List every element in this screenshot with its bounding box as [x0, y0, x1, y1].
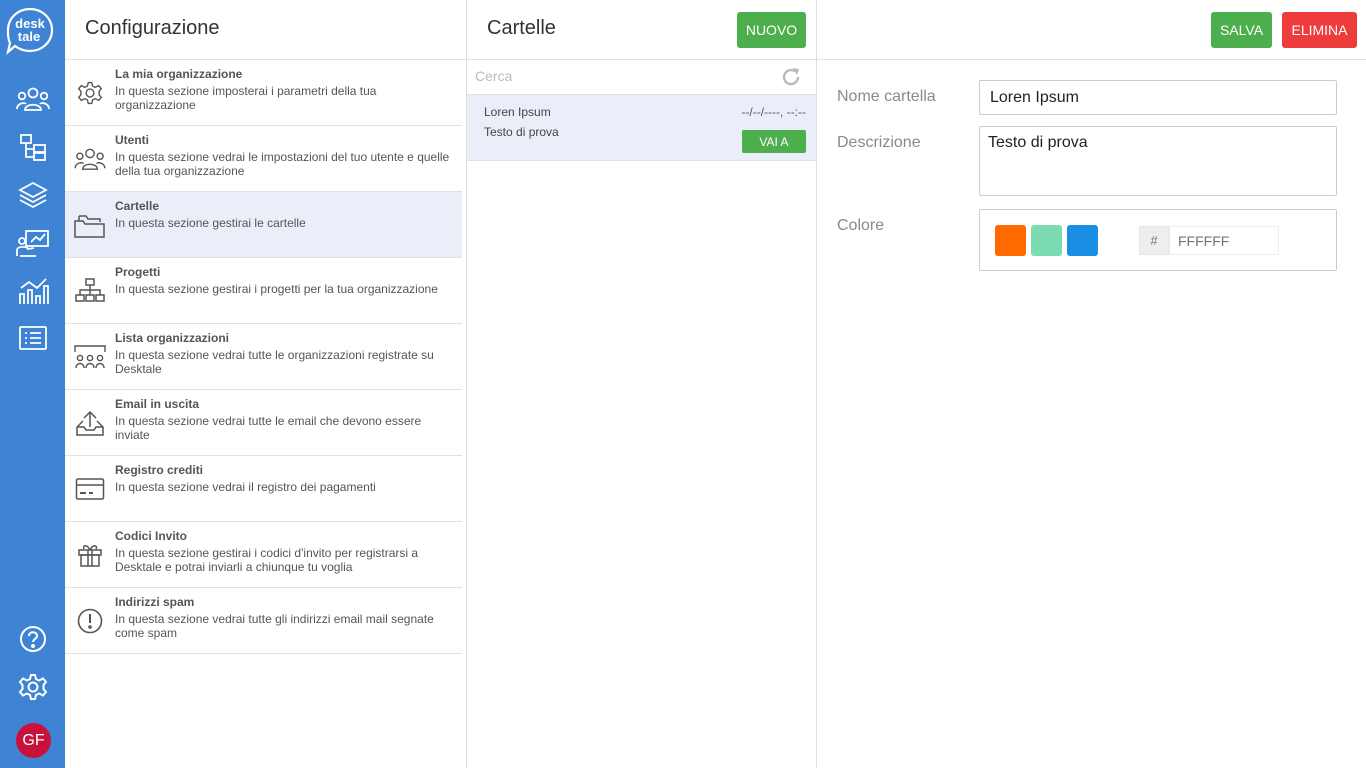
description-label: Descrizione [837, 134, 921, 151]
folder-icon [73, 209, 107, 241]
folders-icon[interactable] [14, 130, 52, 164]
outbox-icon [73, 407, 107, 439]
folder-description: Testo di prova [484, 125, 559, 139]
folder-detail-panel: SALVA ELIMINA Nome cartella Descrizione … [817, 0, 1366, 768]
config-item-organizations-list[interactable]: Lista organizzazioni In questa sezione v… [65, 324, 462, 390]
config-item-desc: In questa sezione gestirai i progetti pe… [115, 282, 438, 296]
config-item-invite-codes[interactable]: Codici Invito In questa sezione gestirai… [65, 522, 462, 588]
settings-icon[interactable] [14, 670, 52, 704]
gift-icon [73, 539, 107, 571]
config-list: La mia organizzazione In questa sezione … [65, 60, 462, 654]
config-item-title: Lista organizzazioni [115, 331, 230, 345]
folder-list-item[interactable]: Loren Ipsum Testo di prova --/--/----, -… [467, 95, 816, 161]
alert-icon [73, 605, 107, 637]
analytics-icon[interactable] [14, 274, 52, 308]
config-item-title: Indirizzi spam [115, 595, 195, 609]
detail-header: SALVA ELIMINA [817, 0, 1366, 60]
config-item-desc: In questa sezione vedrai il registro dei… [115, 480, 376, 494]
config-item-users[interactable]: Utenti In questa sezione vedrai le impos… [65, 126, 462, 192]
sidebar-rail: desk tale GF [0, 0, 65, 768]
refresh-icon[interactable] [780, 66, 802, 88]
config-item-projects[interactable]: Progetti In questa sezione gestirai i pr… [65, 258, 462, 324]
config-item-title: Codici Invito [115, 529, 187, 543]
config-item-desc: In questa sezione vedrai tutte gli indir… [115, 612, 434, 640]
color-swatch-mint[interactable] [1031, 225, 1062, 256]
help-icon[interactable] [14, 622, 52, 656]
config-panel: Configurazione La mia organizzazione In … [65, 0, 467, 768]
config-item-title: Registro crediti [115, 463, 204, 477]
hex-color-input[interactable] [1169, 226, 1279, 255]
presentation-icon[interactable] [14, 226, 52, 260]
search-input[interactable] [475, 68, 765, 84]
config-item-title: Utenti [115, 133, 149, 147]
folder-name-field[interactable] [979, 80, 1337, 115]
color-picker: # [979, 209, 1337, 271]
hex-prefix: # [1139, 226, 1169, 255]
organization-icon [73, 341, 107, 373]
logo-text-line2: tale [18, 29, 40, 44]
avatar[interactable]: GF [16, 723, 51, 758]
list-icon[interactable] [14, 322, 52, 356]
color-swatch-blue[interactable] [1067, 225, 1098, 256]
credit-card-icon [73, 473, 107, 505]
color-swatch-orange[interactable] [995, 225, 1026, 256]
search-bar [467, 60, 816, 95]
config-item-credits-log[interactable]: Registro crediti In questa sezione vedra… [65, 456, 462, 522]
config-item-title: La mia organizzazione [115, 67, 243, 81]
config-title: Configurazione [85, 17, 220, 39]
config-item-folders[interactable]: Cartelle In questa sezione gestirai le c… [65, 192, 462, 258]
config-item-title: Cartelle [115, 199, 160, 213]
gear-icon [73, 77, 107, 109]
goto-folder-button[interactable]: VAI A [742, 130, 806, 153]
save-button[interactable]: SALVA [1211, 12, 1272, 48]
config-item-title: Progetti [115, 265, 161, 279]
folders-header: Cartelle NUOVO [467, 0, 816, 60]
delete-button[interactable]: ELIMINA [1282, 12, 1357, 48]
config-item-organization[interactable]: La mia organizzazione In questa sezione … [65, 60, 462, 126]
layers-icon[interactable] [14, 178, 52, 212]
config-item-desc: In questa sezione vedrai le impostazioni… [115, 150, 450, 178]
folder-name: Loren Ipsum [484, 105, 551, 119]
folders-title: Cartelle [487, 17, 556, 39]
config-item-desc: In questa sezione gestirai le cartelle [115, 216, 306, 230]
config-item-desc: In questa sezione vedrai tutte le email … [115, 414, 422, 442]
config-item-title: Email in uscita [115, 397, 200, 411]
folder-name-label: Nome cartella [837, 88, 936, 105]
config-item-outgoing-email[interactable]: Email in uscita In questa sezione vedrai… [65, 390, 462, 456]
config-item-desc: In questa sezione imposterai i parametri… [115, 84, 377, 112]
folders-panel: Cartelle NUOVO Loren Ipsum Testo di prov… [467, 0, 817, 768]
hierarchy-icon [73, 275, 107, 307]
config-item-desc: In questa sezione gestirai i codici d'in… [115, 546, 419, 574]
users-icon [73, 143, 107, 175]
color-label: Colore [837, 217, 885, 234]
new-folder-button[interactable]: NUOVO [737, 12, 806, 48]
desktale-logo[interactable]: desk tale [5, 6, 55, 56]
description-field[interactable]: Testo di prova [979, 126, 1337, 196]
folder-date: --/--/----, --:-- [741, 105, 806, 119]
config-item-desc: In questa sezione vedrai tutte le organi… [115, 348, 434, 376]
config-item-spam-addresses[interactable]: Indirizzi spam In questa sezione vedrai … [65, 588, 462, 654]
users-icon[interactable] [14, 82, 52, 116]
config-header: Configurazione [65, 0, 466, 60]
